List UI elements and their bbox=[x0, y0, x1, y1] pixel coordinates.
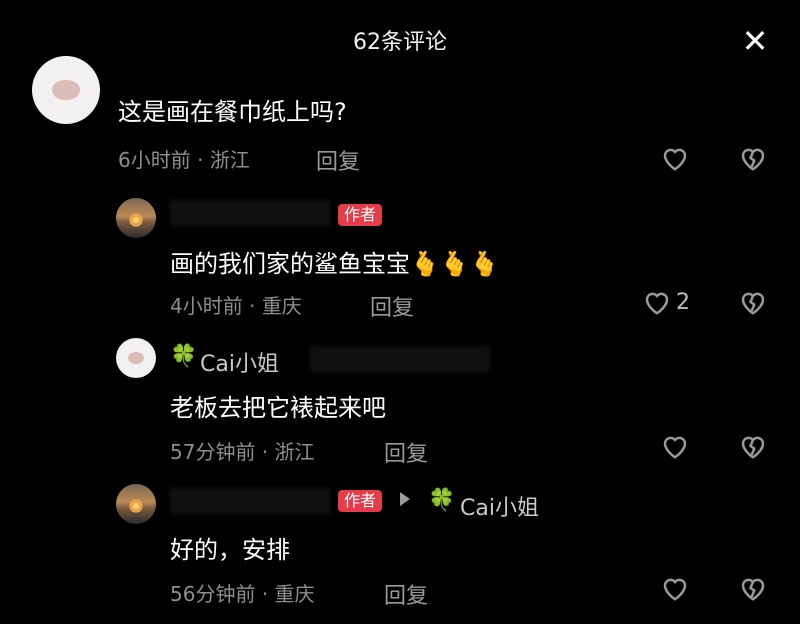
reply-button[interactable]: 回复 bbox=[370, 290, 414, 322]
like-icon[interactable] bbox=[660, 144, 690, 172]
avatar[interactable] bbox=[116, 484, 156, 524]
like-count: 2 bbox=[676, 290, 690, 315]
redacted-name bbox=[170, 488, 330, 514]
clover-icon: 🍀 bbox=[428, 488, 456, 513]
dislike-icon[interactable] bbox=[738, 144, 768, 172]
close-icon[interactable]: ✕ bbox=[738, 24, 772, 58]
reply-button[interactable]: 回复 bbox=[384, 436, 428, 468]
commenter-name[interactable]: Cai小姐 bbox=[200, 346, 279, 378]
redacted-handle bbox=[310, 346, 490, 372]
author-badge: 作者 bbox=[338, 204, 383, 226]
reply-to-name[interactable]: Cai小姐 bbox=[460, 490, 539, 522]
author-badge: 作者 bbox=[338, 490, 383, 512]
comment-time: 6小时前 bbox=[118, 148, 191, 172]
comment-location: 浙江 bbox=[209, 148, 250, 172]
like-icon[interactable] bbox=[642, 288, 672, 316]
comment-text: 这是画在餐巾纸上吗? bbox=[118, 98, 347, 126]
comment-time: 56分钟前 bbox=[170, 582, 256, 606]
comment-meta: 6小时前 · 浙江 bbox=[118, 148, 250, 172]
comment-location: 重庆 bbox=[274, 582, 315, 606]
avatar[interactable] bbox=[116, 198, 156, 238]
avatar[interactable] bbox=[116, 338, 156, 378]
dislike-icon[interactable] bbox=[738, 288, 768, 316]
clover-icon: 🍀 bbox=[170, 344, 198, 369]
like-icon[interactable] bbox=[660, 432, 690, 460]
dislike-icon[interactable] bbox=[738, 432, 768, 460]
dislike-icon[interactable] bbox=[738, 574, 768, 602]
comment-text: 画的我们家的鲨鱼宝宝🫰🫰🫰 bbox=[170, 250, 500, 278]
comment-time: 57分钟前 bbox=[170, 440, 256, 464]
reply-button[interactable]: 回复 bbox=[384, 578, 428, 610]
redacted-name bbox=[170, 200, 330, 226]
avatar[interactable] bbox=[32, 56, 100, 124]
comment-location: 重庆 bbox=[261, 294, 302, 318]
comment-text: 好的，安排 bbox=[170, 536, 290, 564]
comment-location: 浙江 bbox=[274, 440, 315, 464]
comment-meta: 57分钟前 · 浙江 bbox=[170, 440, 315, 464]
reply-arrow-icon bbox=[400, 492, 410, 506]
emoji: 🫰🫰🫰 bbox=[410, 250, 500, 278]
comment-time: 4小时前 bbox=[170, 294, 243, 318]
comment-text: 老板去把它裱起来吧 bbox=[170, 394, 386, 422]
page-title: 62条评论 bbox=[353, 30, 447, 55]
comment-meta: 4小时前 · 重庆 bbox=[170, 294, 302, 318]
comment-meta: 56分钟前 · 重庆 bbox=[170, 582, 315, 606]
reply-button[interactable]: 回复 bbox=[316, 144, 360, 176]
like-icon[interactable] bbox=[660, 574, 690, 602]
